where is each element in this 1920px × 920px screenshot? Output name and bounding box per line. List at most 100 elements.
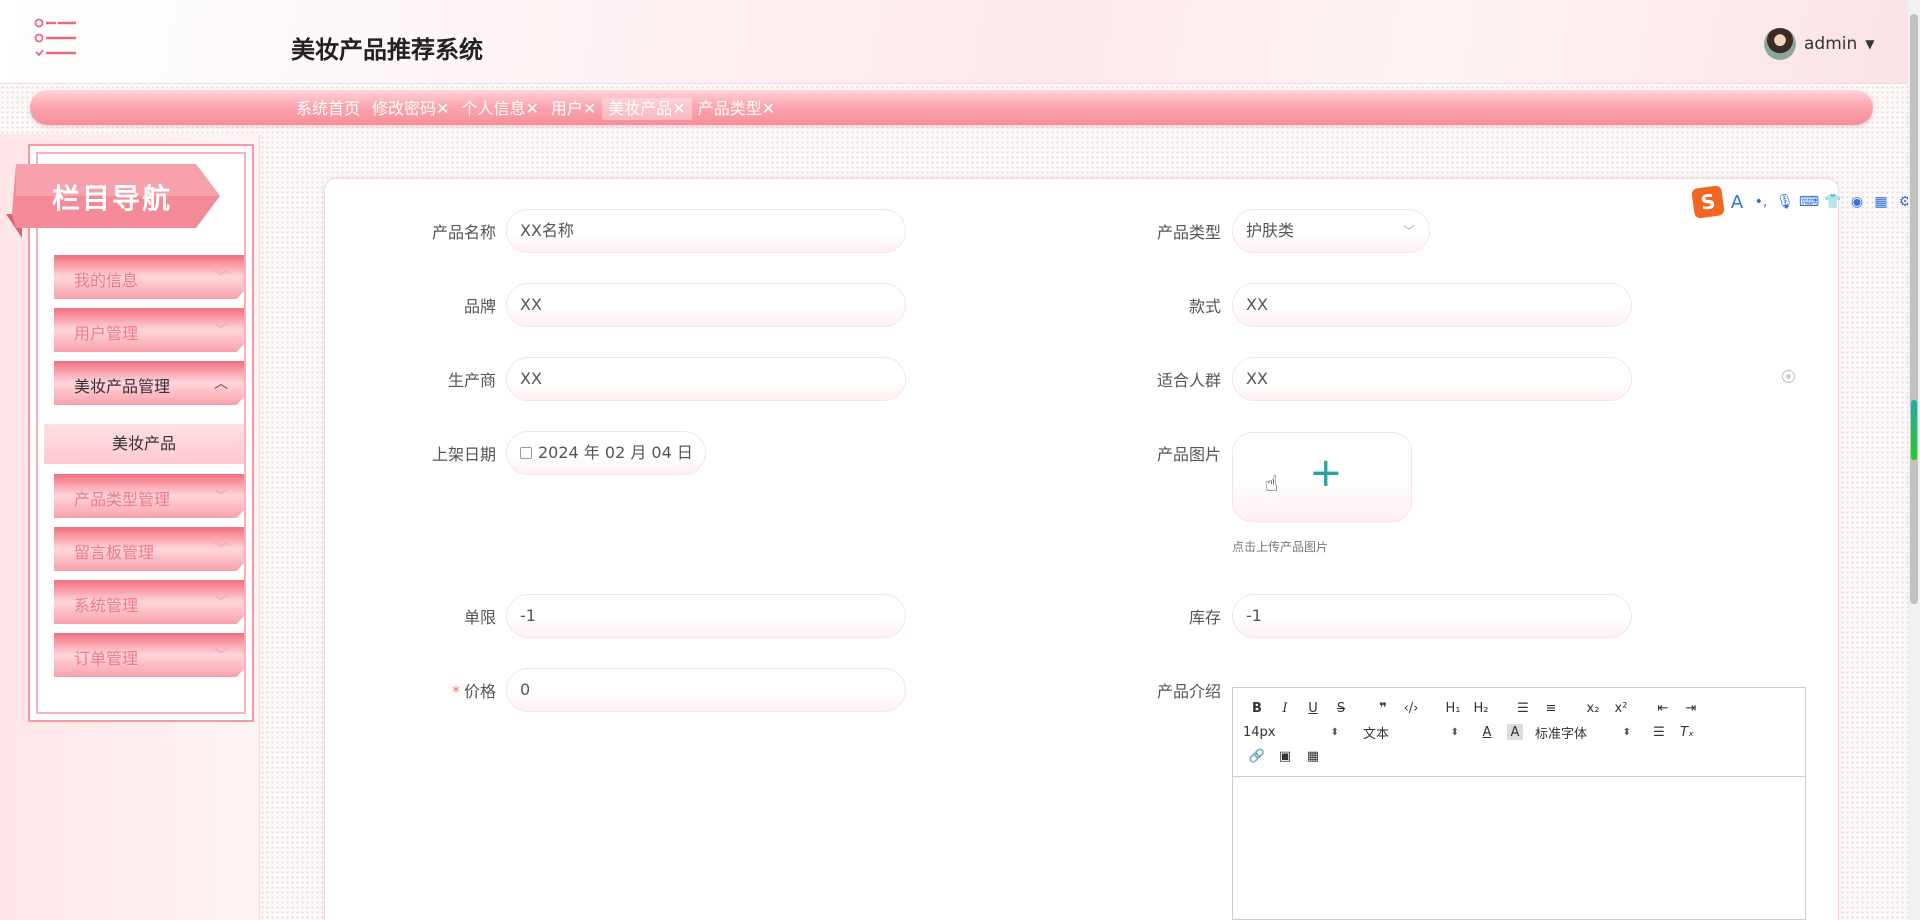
product-name-input[interactable]: XX名称 (506, 209, 906, 253)
price-input[interactable]: 0 (506, 668, 906, 712)
purchase-limit-label: 单限 (463, 608, 496, 627)
chevron-down-icon: ﹀ (214, 323, 228, 339)
nav-banner-title: 栏目导航 (52, 182, 173, 215)
font-family-select[interactable]: 标准字体 ⬍ (1535, 723, 1631, 742)
sidebar-item-user-management[interactable]: 用户管理 ﹀ (54, 308, 244, 352)
sidebar-item-label: 留言板管理 (74, 543, 155, 562)
stock-label: 库存 (1188, 608, 1221, 627)
link-icon[interactable]: 🔗 (1243, 745, 1271, 767)
microphone-icon[interactable]: 🎙 (1775, 192, 1795, 212)
clear-format-icon[interactable]: Tₓ (1673, 721, 1701, 743)
chevron-down-icon: ﹀ (214, 595, 228, 611)
keyboard-icon[interactable]: ⌨ (1799, 192, 1819, 212)
tab-change-password[interactable]: 修改密码✕ (366, 98, 455, 120)
rich-text-editor[interactable]: B I U S ❞ ‹/› H₁ H₂ ☰ ≡ x₂ x² ⇤ ⇥ 14px ⬍ … (1232, 687, 1806, 920)
style-input[interactable]: XX (1232, 283, 1632, 327)
sidebar-item-label: 产品类型管理 (74, 490, 171, 509)
sidebar-item-my-info[interactable]: 我的信息 ﹀ (54, 255, 244, 299)
sidebar-item-order-management[interactable]: 订单管理 ﹀ (54, 633, 244, 677)
tab-home[interactable]: 系统首页 (290, 98, 366, 120)
strikethrough-icon[interactable]: S (1327, 697, 1355, 719)
heading-1-icon[interactable]: H₁ (1439, 697, 1467, 719)
scrollbar-thumb[interactable] (1910, 14, 1918, 604)
brand-input[interactable]: XX (506, 283, 906, 327)
align-icon[interactable]: ☰ (1645, 721, 1673, 743)
required-mark: * (451, 682, 460, 701)
ime-font-icon[interactable]: A (1727, 192, 1747, 213)
underline-icon[interactable]: U (1299, 697, 1327, 719)
updown-arrow-icon: ⬍ (1330, 726, 1339, 738)
chevron-up-icon: ︿ (214, 376, 228, 392)
product-name-label: 产品名称 (431, 223, 496, 242)
user-menu[interactable]: admin ▼ (1764, 28, 1875, 60)
sidebar-subitem-beauty-products[interactable]: 美妆产品 (44, 424, 244, 464)
chevron-down-icon: ﹀ (1402, 224, 1415, 238)
apps-grid-icon[interactable]: ▦ (1871, 192, 1891, 212)
background-color-icon[interactable]: A (1507, 724, 1523, 740)
code-block-icon[interactable]: ‹/› (1397, 697, 1425, 719)
bold-icon[interactable]: B (1243, 697, 1271, 719)
sidebar-item-message-board[interactable]: 留言板管理 ﹀ (54, 527, 244, 571)
user-name[interactable]: admin (1804, 34, 1857, 54)
style-label: 款式 (1188, 297, 1221, 316)
tab-product-types[interactable]: 产品类型✕ (692, 98, 781, 120)
sogou-logo-icon[interactable]: S (1691, 185, 1725, 219)
robot-icon[interactable]: ◉ (1847, 192, 1867, 212)
scrollbar-indicator (1911, 400, 1917, 460)
ordered-list-icon[interactable]: ☰ (1509, 697, 1537, 719)
calendar-icon (520, 447, 532, 459)
editor-toolbar: B I U S ❞ ‹/› H₁ H₂ ☰ ≡ x₂ x² ⇤ ⇥ 14px ⬍ … (1233, 688, 1805, 777)
video-icon[interactable]: ▦ (1299, 745, 1327, 767)
clear-icon[interactable] (1782, 370, 1795, 383)
upload-hint: 点击上传产品图片 (1232, 540, 1329, 554)
updown-arrow-icon: ⬍ (1450, 726, 1459, 738)
product-type-select[interactable]: 护肤类 ﹀ (1232, 209, 1430, 253)
hand-cursor-icon: ☝ (1265, 472, 1279, 497)
manufacturer-input[interactable]: XX (506, 357, 906, 401)
brand-label: 品牌 (463, 297, 496, 316)
chevron-down-icon: ﹀ (214, 489, 228, 505)
font-size-select[interactable]: 14px ⬍ (1243, 725, 1339, 740)
tab-beauty-products[interactable]: 美妆产品✕ (602, 98, 692, 120)
app-title: 美妆产品推荐系统 (291, 36, 483, 64)
image-upload-button[interactable]: + (1232, 432, 1412, 522)
product-type-label: 产品类型 (1156, 223, 1221, 242)
skin-icon[interactable]: 👕 (1823, 192, 1843, 212)
target-audience-label: 适合人群 (1156, 371, 1221, 390)
sidebar-item-label: 订单管理 (74, 649, 139, 668)
sidebar-item-label: 用户管理 (74, 324, 139, 343)
ime-toolbar: S A •, 🎙 ⌨ 👕 ◉ ▦ ⚙ (1691, 185, 1915, 219)
purchase-limit-input[interactable]: -1 (506, 594, 906, 638)
top-header: 美妆产品推荐系统 admin ▼ (0, 0, 1908, 84)
indent-icon[interactable]: ⇥ (1677, 697, 1705, 719)
chevron-down-icon: ﹀ (214, 648, 228, 664)
italic-icon[interactable]: I (1271, 697, 1299, 719)
caret-down-icon[interactable]: ▼ (1865, 37, 1874, 51)
ime-punctuation-icon[interactable]: •, (1751, 192, 1771, 212)
heading-2-icon[interactable]: H₂ (1467, 697, 1495, 719)
sidebar-item-label: 美妆产品管理 (74, 377, 171, 396)
bullet-list-icon[interactable]: ≡ (1537, 697, 1565, 719)
menu-toggle-icon[interactable] (34, 18, 78, 60)
font-color-icon[interactable]: A (1473, 721, 1501, 743)
avatar[interactable] (1764, 28, 1796, 60)
blockquote-icon[interactable]: ❞ (1369, 697, 1397, 719)
tab-users[interactable]: 用户✕ (545, 98, 602, 120)
superscript-icon[interactable]: x² (1607, 697, 1635, 719)
outdent-icon[interactable]: ⇤ (1649, 697, 1677, 719)
text-style-select[interactable]: 文本 ⬍ (1363, 723, 1459, 742)
listing-date-picker[interactable]: 2024 年 02 月 04 日 (506, 431, 706, 475)
subscript-icon[interactable]: x₂ (1579, 697, 1607, 719)
target-audience-input[interactable]: XX (1232, 357, 1632, 401)
plus-icon: + (1309, 450, 1343, 496)
sidebar-item-beauty-product-management[interactable]: 美妆产品管理 ︿ (54, 361, 244, 405)
tab-personal-info[interactable]: 个人信息✕ (455, 98, 544, 120)
listing-date-label: 上架日期 (431, 445, 496, 464)
sidebar-item-system-management[interactable]: 系统管理 ﹀ (54, 580, 244, 624)
tab-bar: 系统首页 修改密码✕ 个人信息✕ 用户✕ 美妆产品✕ 产品类型✕ (30, 90, 1873, 125)
stock-input[interactable]: -1 (1232, 594, 1632, 638)
sidebar-item-product-type-management[interactable]: 产品类型管理 ﹀ (54, 474, 244, 518)
chevron-down-icon: ﹀ (214, 270, 228, 286)
image-icon[interactable]: ▣ (1271, 745, 1299, 767)
price-label: * 价格 (451, 682, 496, 701)
